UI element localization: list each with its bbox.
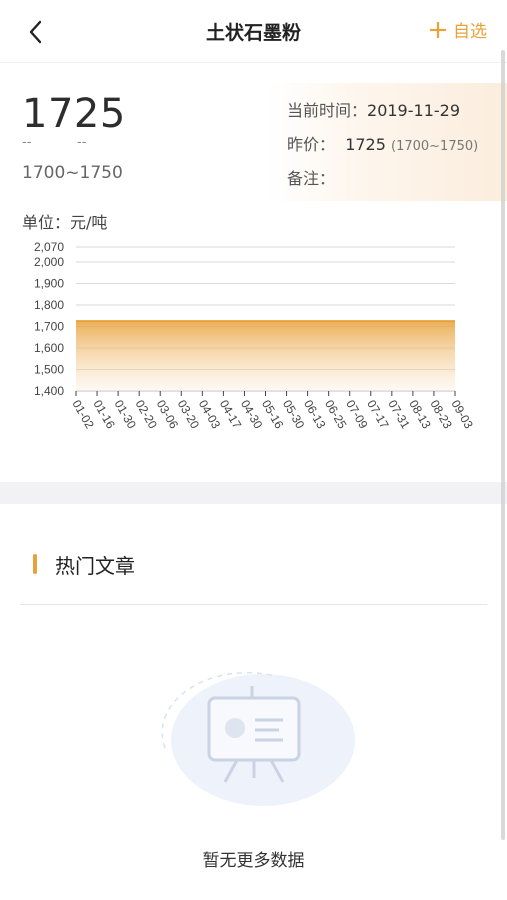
price-area-series xyxy=(76,321,455,391)
y-tick-label: 1,700 xyxy=(34,320,64,334)
y-tick-label: 1,400 xyxy=(34,384,64,398)
section-accent-bar xyxy=(33,554,37,574)
y-tick-label: 1,500 xyxy=(34,363,64,377)
y-tick-label: 2,000 xyxy=(34,255,64,269)
previous-price-range: (1700~1750) xyxy=(391,139,479,154)
section-separator xyxy=(0,482,507,504)
price-chart: 1,400 1,500 1,600 1,700 1,800 1,900 2,0002,070… xyxy=(34,240,476,432)
price-change: -- xyxy=(22,135,32,150)
previous-price-row: 昨价： 1725 (1700~1750) xyxy=(287,131,478,155)
x-tick-label: 09-03 xyxy=(448,398,476,432)
y-tick-label: 1,600 xyxy=(34,341,64,355)
empty-state-icon xyxy=(161,671,355,806)
current-time-row: 当前时间：2019-11-29 xyxy=(287,97,460,121)
empty-state-text: 暂无更多数据 xyxy=(202,851,305,871)
previous-price-label: 昨价： xyxy=(287,135,336,154)
app-header: 土状石墨粉 自选 xyxy=(0,0,507,62)
current-time-label: 当前时间： xyxy=(287,101,368,120)
y-tick-label: 2,070 xyxy=(34,240,64,254)
hot-articles-title: 热门文章 xyxy=(55,554,135,578)
price-change-percent: -- xyxy=(77,135,87,150)
current-price: 1725 xyxy=(22,91,126,137)
add-watchlist-label: 自选 xyxy=(453,22,487,42)
price-panel: 1725 -- -- 1700~1750 当前时间：2019-11-29 昨价：… xyxy=(0,63,507,203)
note-row: 备注： xyxy=(287,165,335,189)
add-watchlist-button[interactable]: 自选 xyxy=(429,17,487,42)
previous-price-value: 1725 xyxy=(345,135,386,154)
y-tick-label: 1,800 xyxy=(34,298,64,312)
scrollbar[interactable] xyxy=(501,50,505,840)
hot-articles-divider xyxy=(20,604,487,605)
price-range: 1700~1750 xyxy=(22,163,123,183)
current-time-value: 2019-11-29 xyxy=(367,101,460,120)
plus-icon xyxy=(430,21,446,38)
note-label: 备注： xyxy=(287,169,336,188)
y-tick-label: 1,900 xyxy=(34,277,64,291)
unit-label: 单位：元/吨 xyxy=(22,213,108,232)
